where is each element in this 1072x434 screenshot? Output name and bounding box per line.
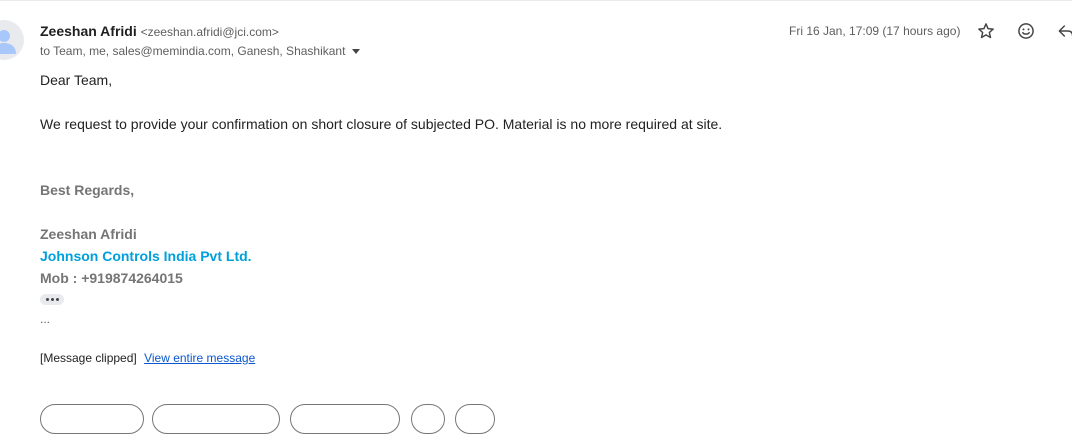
reply-all-chip[interactable] bbox=[152, 404, 280, 434]
sender-email: <zeeshan.afridi@jci.com> bbox=[140, 25, 279, 39]
signature-company: Johnson Controls India Pvt Ltd. bbox=[40, 248, 252, 264]
reply-button[interactable] bbox=[1055, 20, 1072, 42]
dot-icon bbox=[45, 298, 49, 301]
dot-icon bbox=[55, 298, 59, 301]
signature-name: Zeeshan Afridi bbox=[40, 226, 137, 242]
clipped-text: [Message clipped] bbox=[40, 351, 137, 365]
sender-avatar[interactable] bbox=[0, 20, 24, 60]
reply-chip[interactable] bbox=[40, 404, 144, 434]
chevron-down-icon[interactable] bbox=[352, 49, 361, 54]
emoji-icon bbox=[1018, 23, 1034, 39]
add-reaction-button[interactable] bbox=[1015, 20, 1037, 42]
ellipsis-text: ... bbox=[40, 312, 51, 326]
clipped-notice: [Message clipped] View entire message bbox=[40, 350, 255, 366]
signature-mobile: Mob : +919874264015 bbox=[40, 270, 183, 286]
signature-regards: Best Regards, bbox=[40, 182, 135, 198]
reaction-chip[interactable] bbox=[411, 404, 445, 434]
greeting-text: Dear Team, bbox=[40, 72, 113, 88]
recipients-dropdown[interactable]: to Team, me, sales@memindia.com, Ganesh,… bbox=[40, 43, 361, 59]
forward-chip[interactable] bbox=[290, 404, 400, 434]
reply-icon bbox=[1058, 25, 1072, 37]
more-chip[interactable] bbox=[455, 404, 495, 434]
sender-line: Zeeshan Afridi <zeeshan.afridi@jci.com> bbox=[40, 22, 279, 41]
message-text: We request to provide your confirmation … bbox=[40, 116, 723, 132]
person-avatar-icon bbox=[0, 30, 16, 54]
star-button[interactable] bbox=[975, 20, 997, 42]
top-divider bbox=[0, 0, 1072, 1]
show-trimmed-content-button[interactable] bbox=[40, 294, 64, 305]
recipients-text: to Team, me, sales@memindia.com, Ganesh,… bbox=[40, 44, 346, 58]
dot-icon bbox=[50, 298, 54, 301]
sender-name[interactable]: Zeeshan Afridi bbox=[40, 23, 137, 39]
view-entire-message-link[interactable]: View entire message bbox=[144, 351, 255, 365]
message-date: Fri 16 Jan, 17:09 (17 hours ago) bbox=[789, 24, 961, 38]
star-icon bbox=[978, 23, 994, 39]
